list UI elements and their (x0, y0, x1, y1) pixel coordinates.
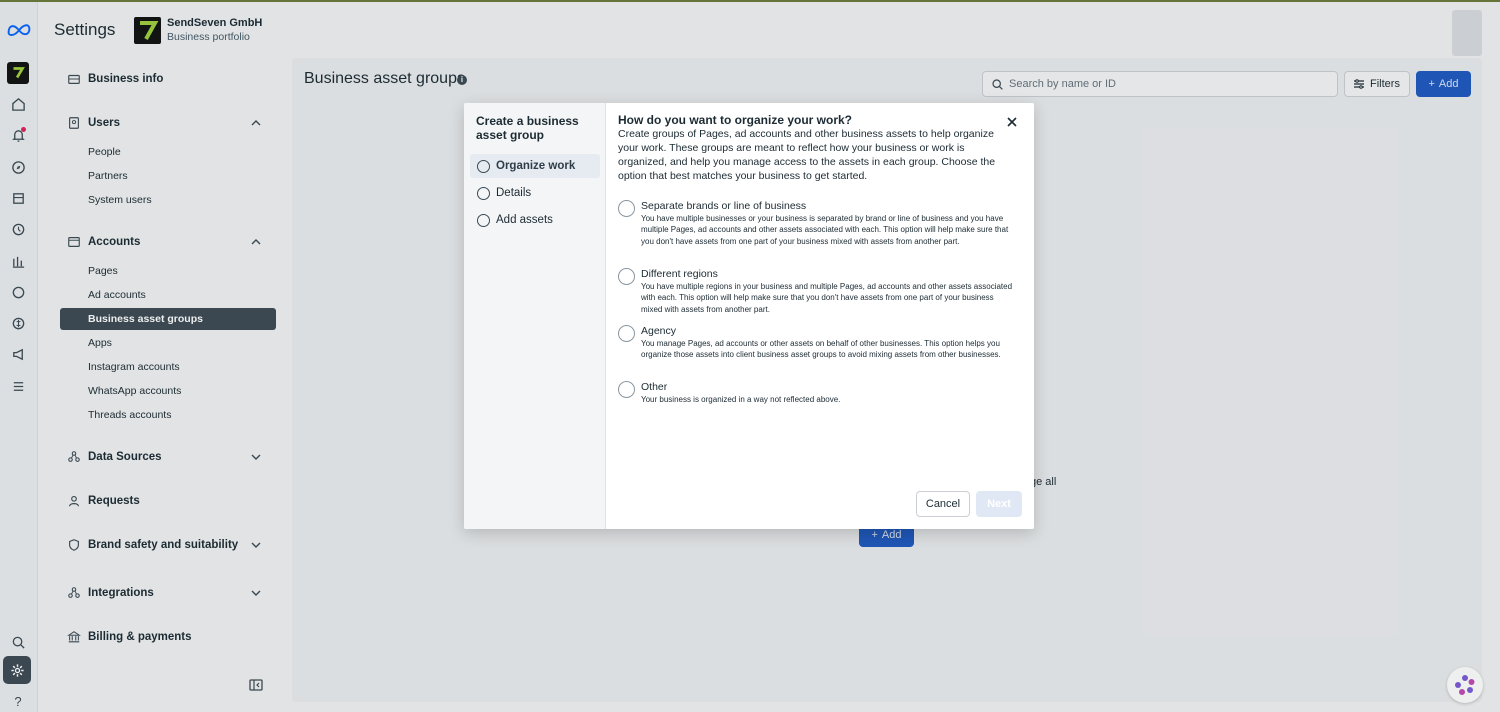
step-circle-icon (477, 186, 490, 200)
step-add-assets[interactable]: Add assets (470, 208, 600, 232)
radio-button[interactable] (618, 325, 635, 342)
option-title: Other (641, 381, 668, 393)
step-label: Details (496, 187, 532, 199)
option-description: Your business is organized in a way not … (641, 395, 841, 404)
radio-button[interactable] (618, 381, 635, 398)
option-description: You have multiple businesses or your bus… (641, 214, 1009, 246)
dialog-question: How do you want to organize your work? (618, 113, 853, 127)
step-circle-icon (477, 159, 490, 173)
dialog-description: Create groups of Pages, ad accounts and … (618, 128, 996, 182)
create-asset-group-dialog: Create a business asset group Organize w… (464, 103, 1034, 529)
radio-button[interactable] (618, 200, 635, 217)
option-description: You manage Pages, ad accounts or other a… (641, 339, 1001, 360)
option-title: Different regions (641, 268, 718, 280)
next-button[interactable]: Next (976, 491, 1022, 517)
steps-panel: Create a business asset group Organize w… (464, 103, 606, 529)
option-description: You have multiple regions in your busine… (641, 282, 1013, 314)
dialog-content: How do you want to organize your work? C… (618, 113, 1008, 183)
option-title: Separate brands or line of business (641, 200, 807, 212)
step-label: Organize work (496, 160, 576, 172)
step-details[interactable]: Details (470, 181, 600, 205)
step-label: Add assets (496, 214, 553, 226)
steps-title: Create a business asset group (476, 114, 579, 142)
step-circle-icon (477, 213, 490, 227)
cancel-button[interactable]: Cancel (916, 491, 970, 517)
step-organize-work[interactable]: Organize work (470, 154, 600, 178)
option-title: Agency (641, 325, 677, 337)
close-icon[interactable] (1005, 115, 1019, 129)
radio-button[interactable] (618, 268, 635, 285)
